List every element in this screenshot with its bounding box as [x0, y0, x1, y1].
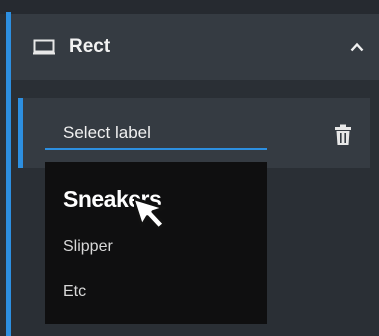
panel-header[interactable]: Rect: [11, 14, 379, 80]
top-strip: [0, 0, 379, 14]
annotation-panel: Rect Select label Sneakers Slipper Etc: [0, 0, 379, 336]
label-select[interactable]: Select label: [45, 120, 267, 150]
dropdown-option-slipper[interactable]: Slipper: [63, 238, 113, 256]
label-select-placeholder: Select label: [63, 123, 151, 142]
mouse-cursor-icon: [131, 190, 182, 236]
trash-icon[interactable]: [334, 124, 352, 146]
label-row: Select label: [18, 98, 370, 168]
dropdown-option-etc[interactable]: Etc: [63, 283, 86, 301]
panel-title: Rect: [69, 36, 111, 57]
label-row-accent: [18, 98, 23, 168]
rectangle-icon: [33, 38, 55, 56]
chevron-up-icon[interactable]: [349, 40, 365, 54]
label-dropdown-menu: Sneakers Slipper Etc: [45, 162, 267, 324]
